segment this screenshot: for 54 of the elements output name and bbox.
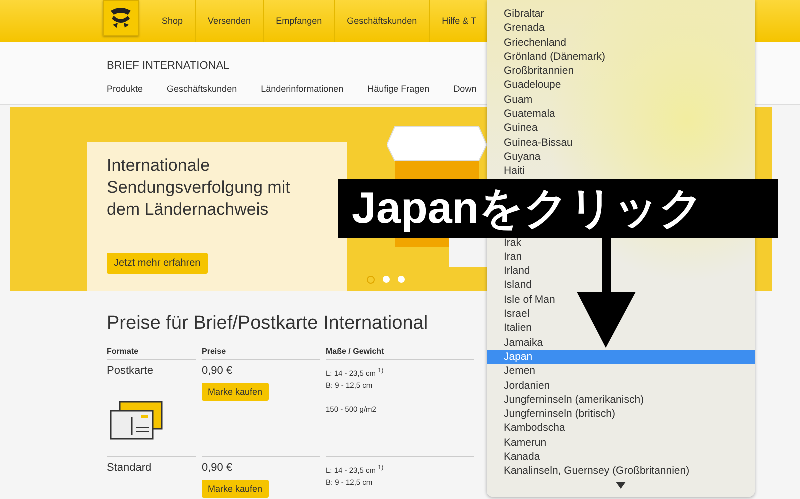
country-option[interactable]: Grenada [487, 21, 755, 36]
country-option[interactable]: Großbritannien [487, 64, 755, 78]
country-option[interactable]: Jordanien [487, 378, 755, 393]
country-option[interactable]: Guyana [487, 150, 755, 164]
banner-headline: Internationale Sendungsverfolgung mit dem Ländernachweis [107, 155, 292, 221]
post-horn-logo-icon[interactable] [103, 0, 139, 36]
country-option[interactable]: Kambodscha [487, 421, 755, 436]
country-option[interactable]: Grönland (Dänemark) [487, 50, 755, 64]
country-option[interactable]: Isle of Man [487, 292, 755, 308]
more-button[interactable]: Jetzt mehr erfahren [107, 253, 208, 274]
column-header: Preise [202, 347, 320, 360]
carousel-dot[interactable] [367, 276, 375, 284]
postcard-icon [110, 401, 164, 441]
buy-stamp-button[interactable]: Marke kaufen [202, 480, 269, 498]
subnav-link[interactable]: Produkte [107, 84, 144, 94]
country-option[interactable]: Iran [487, 250, 755, 264]
scroll-down-icon[interactable] [616, 482, 626, 489]
carousel-dot[interactable] [398, 276, 405, 283]
country-option[interactable]: Haiti [487, 164, 755, 179]
format-name: Standard [107, 462, 153, 474]
format-name: Postkarte [107, 365, 154, 377]
subnav-link[interactable]: Geschäftskunden [167, 84, 238, 94]
country-option[interactable]: Kanalinseln, Guernsey (Großbritannien) [487, 464, 755, 479]
column-header: Maße / Gewicht [326, 347, 474, 360]
price-text: 0,90 € [202, 462, 234, 474]
country-option[interactable]: Guinea-Bissau [487, 136, 755, 150]
country-option[interactable]: Israel [487, 307, 755, 322]
country-option[interactable]: Gibraltar [487, 7, 755, 22]
country-option[interactable]: Kamerun [487, 436, 755, 450]
subnav-link[interactable]: Länderinformationen [261, 84, 344, 94]
country-option[interactable]: Jamaika [487, 336, 755, 350]
country-option[interactable]: Jungferninseln (britisch) [487, 407, 755, 422]
country-option[interactable]: Guam [487, 92, 755, 108]
country-option[interactable]: Island [487, 278, 755, 293]
country-option[interactable]: Guinea [487, 121, 755, 136]
subnav-link[interactable]: Down [454, 84, 477, 94]
nav-link[interactable]: Shop [139, 0, 196, 42]
country-option[interactable]: Kanada [487, 450, 755, 464]
country-option[interactable]: Irland [487, 264, 755, 278]
country-option[interactable]: Italien [487, 321, 755, 336]
carousel-dot[interactable] [383, 276, 390, 283]
country-option[interactable]: Griechenland [487, 36, 755, 50]
country-option[interactable]: Irak [487, 236, 755, 250]
column-header: Formate [107, 347, 196, 360]
price-text: 0,90 € [202, 365, 234, 377]
section-title: BRIEF INTERNATIONAL [107, 60, 230, 72]
country-option[interactable]: Guatemala [487, 107, 755, 122]
buy-stamp-button[interactable]: Marke kaufen [202, 383, 269, 401]
country-option[interactable]: Guadeloupe [487, 78, 755, 93]
prices-heading: Preise für Brief/Postkarte International [107, 313, 428, 335]
country-option[interactable]: Jungferninseln (amerikanisch) [487, 392, 755, 408]
subnav-link[interactable]: Häufige Fragen [368, 84, 430, 94]
instruction-callout: Japanをクリック [338, 179, 778, 238]
country-option[interactable]: Jemen [487, 364, 755, 379]
